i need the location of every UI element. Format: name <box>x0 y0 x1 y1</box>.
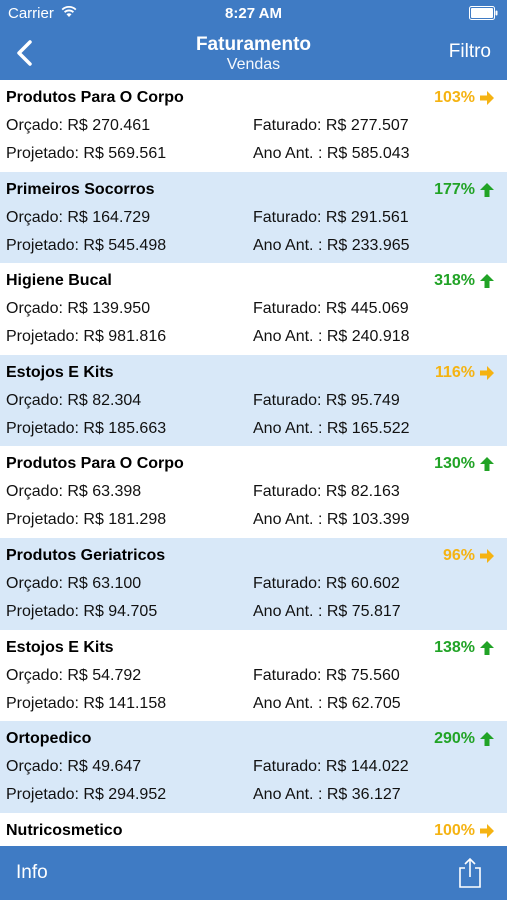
budget-value: Orçado: R$ 139.950 <box>6 300 151 318</box>
arrow-up-icon <box>480 457 494 472</box>
percentage-value: 318% <box>434 272 475 290</box>
percentage-value: 116% <box>434 363 475 381</box>
percentage-badge: 130% <box>434 455 495 473</box>
arrow-up-icon <box>480 182 494 197</box>
previous-year-value: Ano Ant. : R$ 75.817 <box>253 602 401 620</box>
billed-value: Faturado: R$ 445.069 <box>253 300 409 318</box>
billed-value: Faturado: R$ 291.561 <box>253 208 409 226</box>
list-item[interactable]: Primeiros Socorros 177% Orçado: R$ 164.729… <box>0 171 507 264</box>
projected-value: Projetado: R$ 141.158 <box>6 694 167 712</box>
list-item[interactable]: Produtos Para O Corpo 103% Orçado: R$ 270.… <box>0 80 507 172</box>
category-name: Estojos E Kits <box>6 363 114 381</box>
category-name: Higiene Bucal <box>6 272 112 290</box>
projected-value: Projetado: R$ 981.816 <box>6 328 167 346</box>
page-title: Faturamento <box>195 34 312 55</box>
projected-value: Projetado: R$ 94.705 <box>6 602 158 620</box>
info-button[interactable]: Info <box>16 862 48 884</box>
percentage-value: 290% <box>434 730 475 748</box>
budget-value: Orçado: R$ 63.100 <box>6 574 142 592</box>
list-item[interactable]: Produtos Geriatricos 96% Orçado: R$ 63.100… <box>0 537 507 630</box>
previous-year-value: Ano Ant. : R$ 240.918 <box>253 328 410 346</box>
category-name: Produtos Geriatricos <box>6 546 166 564</box>
previous-year-value: Ano Ant. : R$ 62.705 <box>253 694 401 712</box>
navigation-bar: Carrier 8:27 AM Faturamento Vendas Filtr… <box>0 0 507 80</box>
percentage-value: 103% <box>434 89 475 106</box>
previous-year-value: Ano Ant. : R$ 165.522 <box>253 419 410 437</box>
arrow-right-icon <box>480 823 494 838</box>
share-button[interactable] <box>457 857 483 889</box>
arrow-up-icon <box>480 274 494 289</box>
budget-value: Orçado: R$ 270.461 <box>6 117 151 134</box>
list-item[interactable]: Nutricosmetico 100% <box>0 813 507 846</box>
category-name: Primeiros Socorros <box>6 180 155 198</box>
category-name: Estojos E Kits <box>6 638 114 656</box>
arrow-right-icon <box>480 365 494 380</box>
previous-year-value: Ano Ant. : R$ 36.127 <box>253 786 401 804</box>
percentage-badge: 96% <box>443 547 495 565</box>
projected-value: Projetado: R$ 569.561 <box>6 145 167 162</box>
percentage-badge: 290% <box>434 730 495 748</box>
billed-value: Faturado: R$ 277.507 <box>253 117 409 134</box>
billed-value: Faturado: R$ 144.022 <box>253 758 409 776</box>
budget-value: Orçado: R$ 49.647 <box>6 758 142 776</box>
filter-button[interactable]: Filtro <box>449 41 491 63</box>
percentage-badge: 318% <box>434 272 495 290</box>
percentage-badge: 100% <box>434 822 495 840</box>
page-subtitle: Vendas <box>226 56 281 73</box>
sales-list: Produtos Para O Corpo 103% Orçado: R$ 270.… <box>0 80 507 846</box>
category-name: Nutricosmetico <box>6 821 123 839</box>
list-item[interactable]: Ortopedico 290% Orçado: R$ 49.647 Faturado:… <box>0 721 507 813</box>
category-name: Produtos Para O Corpo <box>6 455 184 473</box>
percentage-badge: 138% <box>434 639 495 657</box>
arrow-right-icon <box>480 548 494 563</box>
toolbar: Info <box>0 846 507 900</box>
percentage-value: 100% <box>434 821 475 839</box>
percentage-badge: 177% <box>434 181 495 199</box>
arrow-up-icon <box>480 640 494 655</box>
list-item[interactable]: Produtos Para O Corpo 130% Orçado: R$ 63.3… <box>0 446 507 538</box>
percentage-value: 138% <box>434 638 475 656</box>
percentage-value: 177% <box>434 180 475 198</box>
percentage-badge: 103% <box>434 89 495 107</box>
category-name: Ortopedico <box>6 730 92 748</box>
list-item[interactable]: Higiene Bucal 318% Orçado: R$ 139.950 Fatur… <box>0 263 507 355</box>
battery-icon <box>469 6 498 20</box>
previous-year-value: Ano Ant. : R$ 233.965 <box>253 236 410 254</box>
projected-value: Projetado: R$ 545.498 <box>6 236 167 254</box>
billed-value: Faturado: R$ 75.560 <box>253 666 400 684</box>
previous-year-value: Ano Ant. : R$ 103.399 <box>253 511 410 529</box>
status-bar: Carrier 8:27 AM <box>0 0 507 28</box>
list-item[interactable]: Estojos E Kits 116% Orçado: R$ 82.304 Fatur… <box>0 354 507 447</box>
budget-value: Orçado: R$ 54.792 <box>6 666 142 684</box>
category-name: Produtos Para O Corpo <box>6 89 184 106</box>
billed-value: Faturado: R$ 95.749 <box>253 391 400 409</box>
share-icon <box>459 857 481 888</box>
billed-value: Faturado: R$ 82.163 <box>253 483 400 501</box>
list-item[interactable]: Estojos E Kits 138% Orçado: R$ 54.792 Fatur… <box>0 630 507 722</box>
arrow-right-icon <box>480 91 494 105</box>
projected-value: Projetado: R$ 185.663 <box>6 419 167 437</box>
billed-value: Faturado: R$ 60.602 <box>253 574 400 592</box>
budget-value: Orçado: R$ 164.729 <box>6 208 151 226</box>
percentage-badge: 116% <box>435 364 495 382</box>
arrow-up-icon <box>480 732 494 747</box>
budget-value: Orçado: R$ 63.398 <box>6 483 142 501</box>
percentage-value: 96% <box>442 546 475 564</box>
previous-year-value: Ano Ant. : R$ 585.043 <box>253 145 410 162</box>
title-block: Faturamento Vendas <box>0 34 507 74</box>
percentage-value: 130% <box>434 455 475 473</box>
projected-value: Projetado: R$ 294.952 <box>6 786 167 804</box>
clock: 8:27 AM <box>225 5 282 22</box>
budget-value: Orçado: R$ 82.304 <box>6 391 142 409</box>
projected-value: Projetado: R$ 181.298 <box>6 511 167 529</box>
